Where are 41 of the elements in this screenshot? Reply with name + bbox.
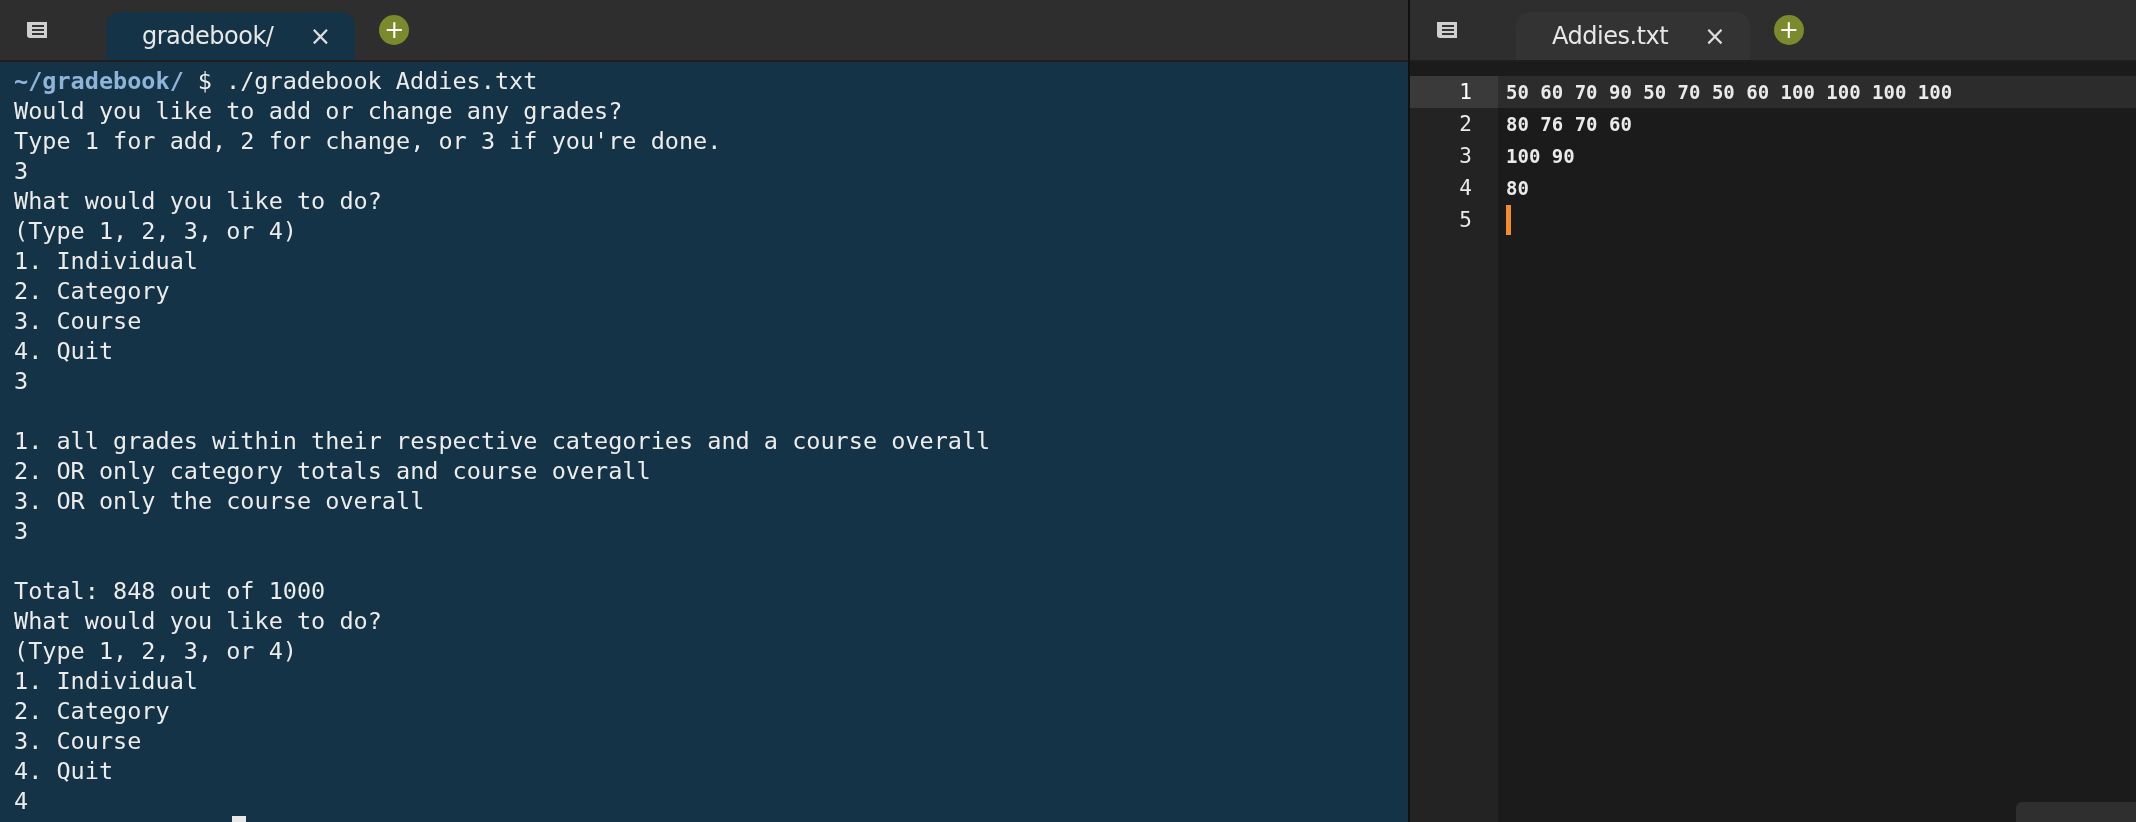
line-number: 2 — [1459, 112, 1472, 136]
output-line: 3. Course — [14, 307, 142, 335]
output-line: 4. Quit — [14, 757, 114, 785]
file-tab[interactable]: Addies.txt × — [1516, 12, 1750, 60]
terminal-tab[interactable]: gradebook/ × — [106, 12, 356, 60]
line-number: 5 — [1459, 208, 1472, 232]
line-number: 1 — [1459, 80, 1472, 104]
output-line: 4 — [14, 787, 29, 815]
output-line: What would you like to do? — [14, 607, 382, 635]
output-line: 3. OR only the course overall — [14, 487, 425, 515]
output-line: 3 — [14, 157, 29, 185]
output-line: 1. all grades within their respective categories and a course overall — [14, 427, 991, 455]
line-number: 3 — [1459, 144, 1472, 168]
code-line: 100 90 — [1506, 144, 1575, 169]
close-icon[interactable]: × — [1704, 21, 1726, 51]
code-line: 80 — [1506, 176, 1529, 201]
output-line: Total: 848 out of 1000 — [14, 577, 326, 605]
add-tab-button[interactable]: + — [1773, 15, 1804, 45]
command-text: $ ./gradebook Addies.txt — [197, 67, 538, 95]
line-number: 4 — [1459, 176, 1472, 200]
output-line: 3 — [14, 367, 29, 395]
output-line: 1. Individual — [14, 247, 198, 275]
output-line: (Type 1, 2, 3, or 4) — [14, 637, 297, 665]
output-line: Type 1 for add, 2 for change, or 3 if you're done. — [14, 127, 722, 155]
output-line: Would you like to add or change any grades? — [14, 97, 623, 125]
output-line: 3. Course — [14, 727, 142, 755]
close-icon[interactable]: × — [309, 21, 332, 51]
output-line: 2. OR only category totals and course overall — [14, 457, 651, 485]
prompt-path: ~/gradebook/ — [14, 67, 184, 95]
output-line: 2. Category — [14, 277, 170, 305]
code-line: 80 76 70 60 — [1506, 112, 1632, 137]
output-line: 1. Individual — [14, 667, 198, 695]
code-line: 50 60 70 90 50 70 50 60 100 100 100 100 — [1506, 80, 1953, 105]
list-icon[interactable] — [1434, 20, 1460, 40]
output-line: 4. Quit — [14, 337, 114, 365]
output-line: (Type 1, 2, 3, or 4) — [14, 217, 297, 245]
output-line: What would you like to do? — [14, 187, 382, 215]
add-tab-button[interactable]: + — [379, 15, 410, 45]
output-line: 3 — [14, 517, 29, 545]
output-line: 2. Category — [14, 697, 170, 725]
list-icon[interactable] — [24, 20, 50, 40]
